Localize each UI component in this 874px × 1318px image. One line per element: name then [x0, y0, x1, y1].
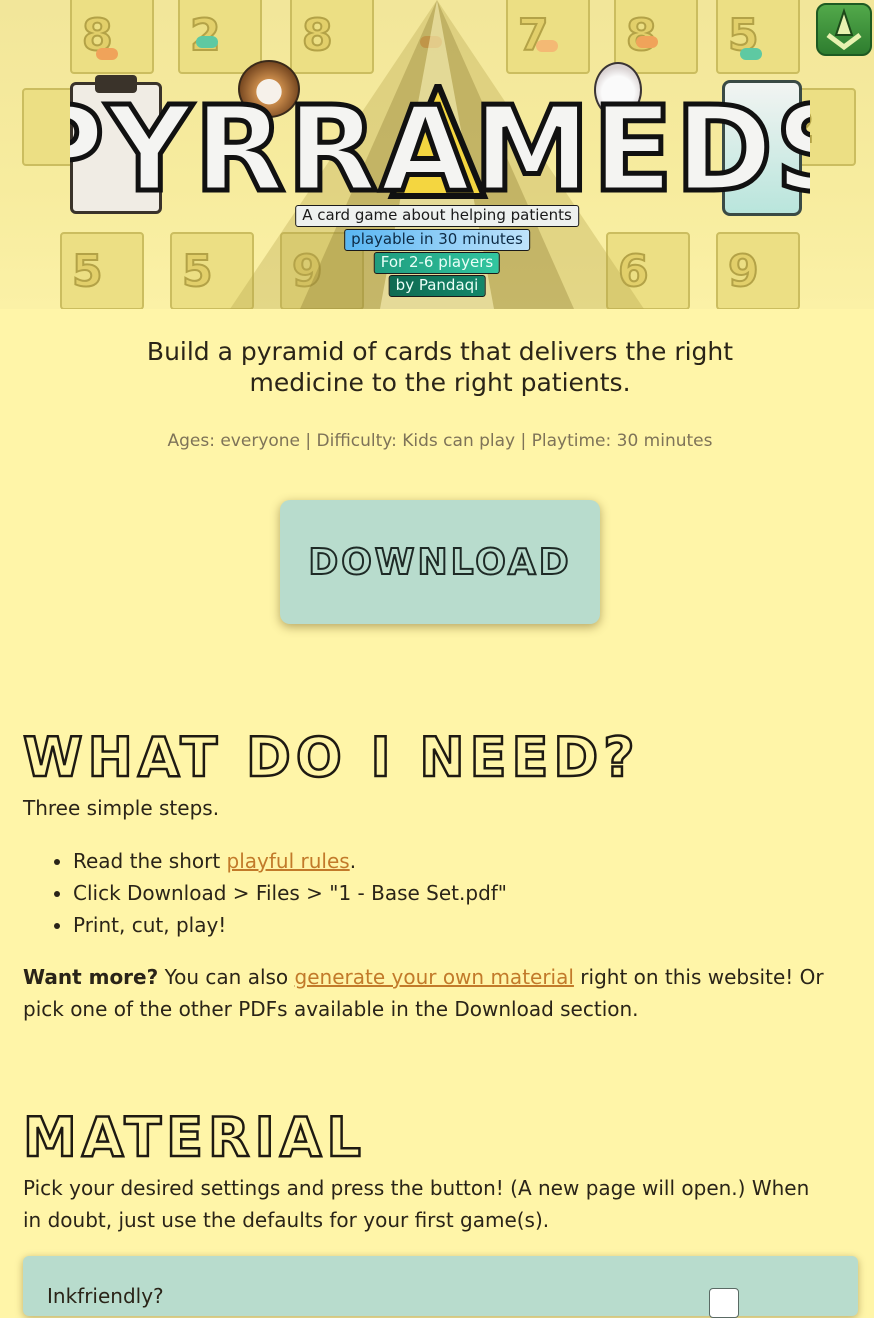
settings-panel: Inkfriendly?: [23, 1256, 858, 1318]
logo-text: PYRRAMEDS: [70, 84, 810, 204]
want-more-text: You can also: [158, 965, 295, 989]
step-text: Print, cut, play!: [73, 913, 227, 937]
inkfriendly-label: Inkfriendly?: [47, 1284, 164, 1308]
tag-author: by Pandaqi: [388, 275, 486, 297]
rules-link[interactable]: playful rules: [227, 849, 350, 873]
section-heading-need: WHAT DO I NEED?: [22, 725, 640, 791]
material-intro: Pick your desired settings and press the…: [23, 1176, 810, 1232]
tag-players: For 2-6 players: [373, 252, 501, 274]
want-more-paragraph: Want more? You can also generate your ow…: [23, 961, 833, 1025]
download-corner-button[interactable]: [816, 3, 872, 56]
download-button[interactable]: DOWNLOAD: [280, 500, 600, 624]
inkfriendly-checkbox[interactable]: [709, 1288, 739, 1318]
tag-description: A card game about helping patients: [295, 205, 579, 227]
logo: PYRRAMEDS: [70, 84, 810, 204]
list-item: Click Download > Files > "1 - Base Set.p…: [73, 877, 507, 909]
header-tags: A card game about helping patients playa…: [0, 205, 874, 305]
step-text: Click Download > Files > "1 - Base Set.p…: [73, 881, 508, 905]
header-banner: 8 2 8 7 8 5 2 5 5 9 6 9 PYRRAMEDS A card…: [0, 0, 874, 309]
download-button-label: DOWNLOAD: [307, 541, 572, 584]
section-heading-material: MATERIAL: [22, 1105, 366, 1171]
generate-material-link[interactable]: generate your own material: [295, 965, 574, 989]
step-text: Read the short: [73, 849, 227, 873]
step-text: .: [349, 849, 357, 873]
download-arrow-icon: [826, 7, 862, 51]
want-more-label: Want more?: [23, 965, 159, 989]
tag-playtime: playable in 30 minutes: [344, 229, 530, 251]
tagline: Build a pyramid of cards that delivers t…: [146, 337, 734, 397]
game-meta: Ages: everyone | Difficulty: Kids can pl…: [167, 431, 713, 451]
steps-list: Read the short playful rules. Click Down…: [23, 845, 507, 941]
need-intro: Three simple steps.: [23, 796, 220, 820]
list-item: Read the short playful rules.: [73, 845, 507, 877]
list-item: Print, cut, play!: [73, 909, 507, 941]
